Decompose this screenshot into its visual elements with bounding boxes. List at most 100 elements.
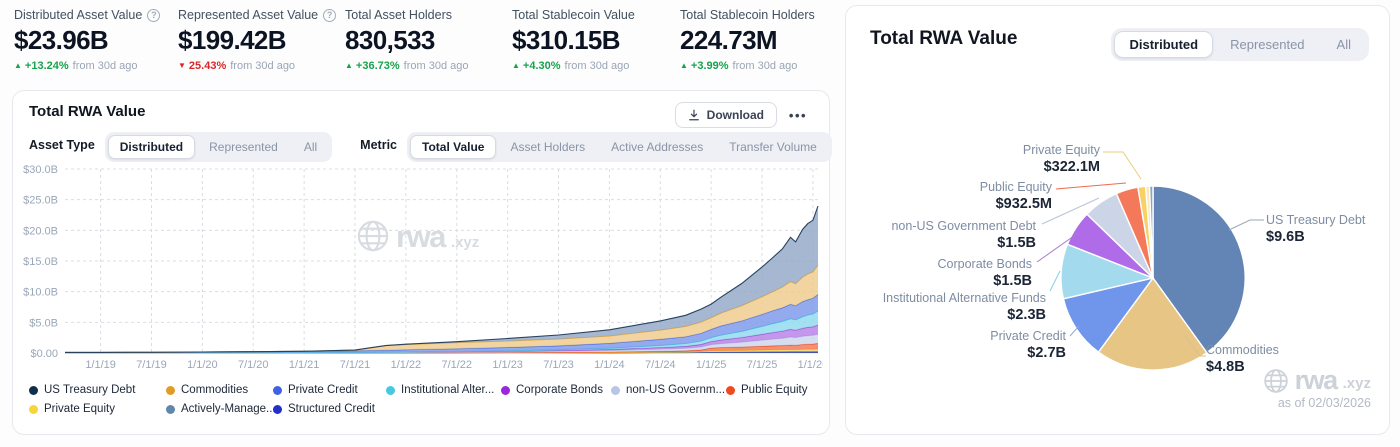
panel-title: Total RWA Value [29,103,145,120]
legend-dot [501,386,510,395]
svg-text:$30.0B: $30.0B [23,164,58,176]
stat-card: Total Stablecoin Holders224.73M▲+3.99%fr… [680,8,815,72]
stat-value: 830,533 [345,25,468,56]
svg-text:1/1/26: 1/1/26 [798,359,823,371]
stat-label: Represented Asset Value? [178,8,336,22]
pie-label-name: Private Credit [990,328,1066,344]
pie-leader-line [1050,271,1060,291]
svg-text:7/1/25: 7/1/25 [747,359,778,371]
pie-label-name: non-US Government Debt [891,218,1036,234]
svg-text:1/1/23: 1/1/23 [492,359,523,371]
legend-item[interactable]: US Treasury Debt [29,384,166,396]
legend-dot [29,386,38,395]
stat-card: Represented Asset Value? $199.42B ▼25.43%f… [178,8,336,72]
svg-text:7/1/20: 7/1/20 [238,359,269,371]
stat-change: ▲+36.73%from 30d ago [345,60,468,72]
pie-leader-line [1229,220,1264,230]
pie-label-non-us-government-debt: non-US Government Debt$1.5B [891,218,1036,253]
stat-card: Total Stablecoin Value $310.15B ▲+4.30%fro… [512,8,635,72]
pie-label-name: Institutional Alternative Funds [883,290,1046,306]
watermark-text: rwa [1295,367,1337,394]
pie-label-value: $2.7B [990,344,1066,363]
pie-label-value: $1.5B [891,234,1036,253]
download-icon [688,109,700,121]
ellipsis-icon: ••• [789,108,807,123]
legend-dot [273,405,282,414]
svg-text:$15.0B: $15.0B [23,256,58,268]
pie-label-name: Private Equity [1023,142,1100,158]
svg-text:7/1/22: 7/1/22 [441,359,472,371]
pie-label-value: $1.5B [937,272,1032,291]
svg-text:7/1/19: 7/1/19 [136,359,167,371]
svg-text:7/1/23: 7/1/23 [543,359,574,371]
svg-text:7/1/24: 7/1/24 [645,359,676,371]
svg-text:$25.0B: $25.0B [23,195,58,207]
stat-card: Total Asset Holders830,533▲+36.73%from 3… [345,8,468,72]
metric-option-transfer-volume[interactable]: Transfer Volume [717,135,829,159]
stat-label: Distributed Asset Value? [14,8,160,22]
arrow-up-icon: ▲ [345,62,353,70]
legend-item[interactable]: Actively-Manage... [166,403,273,415]
help-icon[interactable]: ? [323,9,336,22]
rwa-dashboard: Distributed Asset Value? $23.96B ▲+13.24%f… [0,0,1400,447]
arrow-up-icon: ▲ [14,62,22,70]
legend-item[interactable]: non-US Governm... [611,384,726,396]
svg-text:1/1/20: 1/1/20 [187,359,218,371]
stat-change: ▲+4.30%from 30d ago [512,60,635,72]
pie-label-name: Public Equity [980,179,1052,195]
metric-option-active-addresses[interactable]: Active Addresses [599,135,715,159]
stat-change: ▲+13.24%from 30d ago [14,60,160,72]
arrow-down-icon: ▼ [178,62,186,70]
legend-item[interactable]: Structured Credit [273,403,386,415]
metric-label: Metric [360,138,397,152]
download-label: Download [707,108,764,122]
asset-type-option-represented[interactable]: Represented [197,135,290,159]
pie-label-value: $9.6B [1266,228,1365,247]
stat-change: ▼25.43%from 30d ago [178,60,336,72]
legend-item[interactable]: Public Equity [726,384,826,396]
rwa-area-chart[interactable]: $30.0B$25.0B$20.0B$15.0B$10.0B$5.0B$0.00… [23,157,823,373]
pie-label-us-treasury-debt: US Treasury Debt$9.6B [1266,212,1365,247]
help-icon[interactable]: ? [147,9,160,22]
legend-item[interactable]: Private Equity [29,403,166,415]
pie-label-private-credit: Private Credit$2.7B [990,328,1066,363]
legend-item[interactable]: Institutional Alter... [386,384,501,396]
pie-leader-line [1103,152,1141,179]
pie-label-name: Commodities [1206,342,1279,358]
pie-label-value: $2.3B [883,306,1046,325]
stat-value: $23.96B [14,25,160,56]
pie-label-commodities: Commodities$4.8B [1206,342,1279,377]
stat-value: 224.73M [680,25,815,56]
legend-item[interactable]: Commodities [166,384,273,396]
legend-item[interactable]: Private Credit [273,384,386,396]
stat-value: $310.15B [512,25,635,56]
legend-item[interactable]: Corporate Bonds [501,384,611,396]
watermark-suffix: .xyz [1343,375,1371,394]
pie-label-name: Corporate Bonds [937,256,1032,272]
pie-label-institutional-alternative-funds: Institutional Alternative Funds$2.3B [883,290,1046,325]
asset-type-option-distributed[interactable]: Distributed [108,135,195,159]
stat-label: Total Stablecoin Value [512,8,635,22]
download-button[interactable]: Download [675,102,777,128]
metric-option-total-value[interactable]: Total Value [410,135,496,159]
as-of-date: as of 02/03/2026 [1278,396,1371,410]
svg-text:1/1/24: 1/1/24 [594,359,625,371]
legend-dot [273,386,282,395]
metric-option-asset-holders[interactable]: Asset Holders [498,135,597,159]
asset-type-option-all[interactable]: All [292,135,329,159]
pie-label-private-equity: Private Equity$322.1M [1023,142,1100,177]
pie-label-corporate-bonds: Corporate Bonds$1.5B [937,256,1032,291]
svg-text:1/1/25: 1/1/25 [696,359,727,371]
arrow-up-icon: ▲ [512,62,520,70]
pie-label-value: $322.1M [1023,158,1100,177]
svg-text:$0.00: $0.00 [30,348,58,360]
legend-dot [386,386,395,395]
stat-value: $199.42B [178,25,336,56]
stats-row: Distributed Asset Value? $23.96B ▲+13.24%f… [0,6,840,84]
legend-dot [726,386,735,395]
svg-text:1/1/21: 1/1/21 [289,359,320,371]
legend-dot [166,405,175,414]
total-rwa-pie-panel: Total RWA Value DistributedRepresentedAl… [845,5,1390,435]
more-options-button[interactable]: ••• [783,102,813,128]
stat-label: Total Stablecoin Holders [680,8,815,22]
